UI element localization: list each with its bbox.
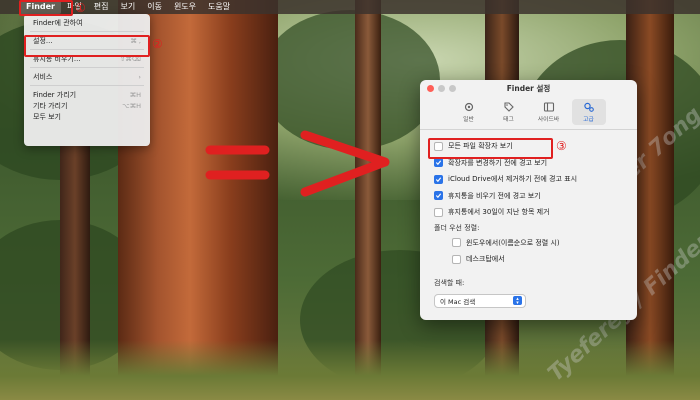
menu-window[interactable]: 윈도우 — [168, 0, 202, 14]
menu-view[interactable]: 보기 — [114, 0, 141, 14]
window-title: Finder 설정 — [506, 84, 551, 93]
option-label: 휴지통을 비우기 전에 경고 보기 — [448, 191, 541, 200]
menu-help[interactable]: 도움말 — [202, 0, 236, 14]
option-label: 윈도우에서(이름순으로 정렬 시) — [466, 238, 560, 247]
search-scope-select[interactable]: 이 Mac 검색 ▴ ▾ — [434, 293, 526, 308]
highlight-finder-menu — [19, 0, 73, 16]
gear-icon — [464, 102, 473, 112]
menu-item-hide-others[interactable]: 기타 가리기 ⌥⌘H — [24, 100, 150, 111]
option-folders-in-windows[interactable]: 윈도우에서(이름순으로 정렬 시) — [434, 235, 623, 252]
checkbox[interactable] — [434, 174, 443, 184]
menu-bar: Finder 파일 편집 보기 이동 윈도우 도움말 — [0, 0, 700, 14]
checkmark-icon — [435, 160, 442, 166]
shortcut: ⌥⌘H — [122, 101, 141, 110]
sidebar-icon — [543, 102, 554, 112]
menu-go[interactable]: 이동 — [141, 0, 168, 14]
option-warn-empty-trash[interactable]: 휴지통을 비우기 전에 경고 보기 — [434, 188, 623, 205]
folders-on-top-label: 폴더 우선 정렬: — [434, 223, 480, 232]
menu-item-show-all[interactable]: 모두 보기 — [24, 111, 150, 122]
option-remove-after-30-days[interactable]: 휴지통에서 30일이 지난 항목 제거 — [434, 204, 623, 221]
annotation-step-2: ② — [152, 37, 163, 51]
shortcut: ⌘H — [129, 90, 141, 99]
checkbox[interactable] — [434, 158, 443, 168]
tab-label: 일반 — [463, 117, 474, 123]
checkbox[interactable] — [452, 254, 461, 264]
menu-item-services[interactable]: 서비스 › — [24, 71, 150, 82]
tab-label: 고급 — [583, 117, 594, 123]
menu-separator — [30, 67, 144, 68]
finder-menu-dropdown: Finder에 관하여 설정... ⌘ , 휴지통 비우기... ⇧⌘⌫ 서비스 › … — [24, 14, 150, 146]
menu-item-label: 서비스 — [33, 72, 53, 81]
tab-advanced[interactable]: 고급 — [571, 99, 606, 125]
option-warn-icloud-remove[interactable]: iCloud Drive에서 제거하기 전에 경고 표시 — [434, 171, 623, 188]
menu-item-label: 모두 보기 — [33, 112, 61, 121]
gears-icon — [583, 102, 594, 112]
menu-separator — [30, 31, 144, 32]
window-titlebar[interactable]: Finder 설정 — [420, 80, 637, 97]
highlight-settings-item — [24, 35, 150, 57]
option-label: 데스크탑에서 — [466, 255, 505, 264]
menu-edit[interactable]: 편집 — [88, 0, 115, 14]
wallpaper-foliage — [260, 10, 440, 150]
option-label: 휴지통에서 30일이 지난 항목 제거 — [448, 208, 550, 217]
tab-general[interactable]: 일반 — [452, 99, 486, 125]
tab-tags[interactable]: 태그 — [492, 99, 526, 125]
checkmark-icon — [435, 177, 442, 182]
settings-toolbar: 일반 태그 사이드바 고급 — [420, 97, 637, 130]
menu-item-label: Finder 가리기 — [33, 90, 77, 99]
chevron-updown-icon: ▴ ▾ — [513, 296, 522, 305]
option-folders-on-desktop[interactable]: 데스크탑에서 — [434, 251, 623, 268]
menu-item-label: Finder에 관하여 — [33, 18, 83, 27]
highlight-show-extensions — [428, 138, 553, 159]
arrow-graphic — [205, 130, 390, 197]
option-label: 확장자를 변경하기 전에 경고 보기 — [448, 158, 548, 167]
wallpaper-ground — [0, 340, 700, 400]
search-scope-label: 검색할 때: — [434, 278, 465, 287]
menu-item-about[interactable]: Finder에 관하여 — [24, 17, 150, 28]
tag-icon — [503, 102, 514, 112]
checkbox[interactable] — [434, 191, 443, 201]
tab-label: 사이드바 — [537, 117, 560, 123]
option-label: iCloud Drive에서 제거하기 전에 경고 표시 — [448, 175, 578, 184]
checkbox[interactable] — [452, 238, 461, 248]
tab-label: 태그 — [503, 117, 514, 123]
checkmark-icon — [435, 193, 442, 199]
menu-item-label: 기타 가리기 — [33, 101, 68, 110]
chevron-right-icon: › — [138, 72, 141, 81]
checkbox[interactable] — [434, 207, 443, 217]
tab-sidebar[interactable]: 사이드바 — [532, 99, 566, 125]
finder-settings-window: Finder 설정 일반 태그 사이드바 고급 모든 파일 확장자 보기 확장자… — [420, 80, 637, 320]
annotation-step-1: ① — [75, 1, 86, 15]
annotation-step-3: ③ — [556, 139, 567, 153]
select-value: 이 Mac 검색 — [440, 297, 476, 306]
menu-item-hide-finder[interactable]: Finder 가리기 ⌘H — [24, 89, 150, 100]
menu-separator — [30, 85, 144, 86]
